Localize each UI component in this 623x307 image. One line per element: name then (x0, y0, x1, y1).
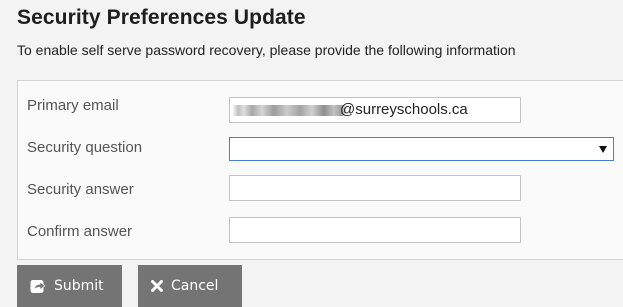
security-preferences-page: Security Preferences Update To enable se… (0, 0, 623, 307)
submit-button-label: Submit (54, 278, 104, 294)
x-icon (151, 280, 163, 292)
confirm-answer-label: Confirm answer (27, 223, 133, 240)
redacted-email-blur (232, 105, 345, 116)
security-answer-input[interactable] (229, 175, 521, 201)
email-domain-text: @surreyschools.ca (340, 101, 468, 118)
primary-email-row: Primary email @surreyschools.ca (18, 85, 623, 127)
primary-email-field[interactable]: @surreyschools.ca (229, 97, 521, 123)
share-square-icon (30, 278, 46, 294)
security-question-label: Security question (27, 139, 143, 156)
primary-email-label: Primary email (27, 97, 119, 114)
security-question-select[interactable] (229, 137, 614, 161)
security-answer-label: Security answer (27, 181, 134, 198)
confirm-answer-input[interactable] (229, 217, 521, 243)
security-form-panel: Primary email @surreyschools.ca Security… (17, 80, 623, 260)
dropdown-arrow-icon[interactable] (599, 146, 607, 153)
page-subtitle: To enable self serve password recovery, … (17, 42, 516, 58)
page-title: Security Preferences Update (17, 6, 306, 29)
submit-button[interactable]: Submit (17, 265, 122, 307)
cancel-button[interactable]: Cancel (138, 265, 242, 307)
cancel-button-label: Cancel (171, 278, 219, 294)
